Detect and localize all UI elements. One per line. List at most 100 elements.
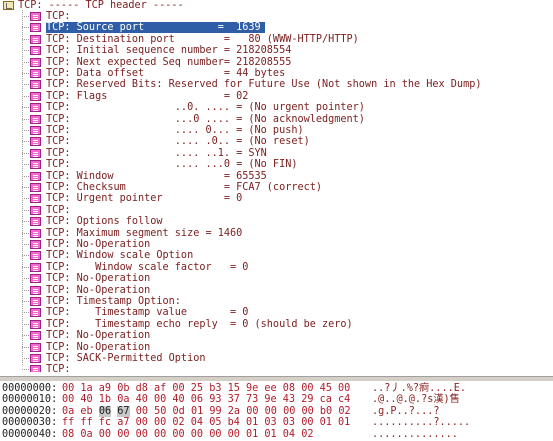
hex-byte[interactable]: 99 xyxy=(209,406,221,417)
hex-byte[interactable]: 02 xyxy=(338,406,350,417)
tree-item[interactable]: TCP: Window = 65535 xyxy=(0,171,553,182)
field-node-icon xyxy=(30,342,41,352)
tree-item[interactable]: TCP: xyxy=(0,364,553,372)
tree-item[interactable]: TCP: No-Operation xyxy=(0,342,553,353)
tree-item[interactable]: TCP: Next expected Seq number= 218208555 xyxy=(0,57,553,68)
hex-row[interactable]: 00000020: 0a eb 06 67 00 50 0d 01 99 2a 0… xyxy=(0,405,553,417)
tree-guide-tick xyxy=(22,16,29,17)
tree-item-label: TCP: Window = 65535 xyxy=(46,170,267,182)
tree-item[interactable]: TCP: No-Operation xyxy=(0,330,553,341)
hex-byte[interactable]: eb xyxy=(80,406,92,417)
tree-item[interactable]: TCP: Reserved Bits: Reserved for Future … xyxy=(0,79,553,90)
field-node-icon xyxy=(30,91,41,101)
hex-ascii: ..?丿.%?痾....E. xyxy=(372,383,466,394)
tree-guide-tick xyxy=(22,141,29,143)
tree-item[interactable]: TCP: .... ...0 = (No FIN) xyxy=(0,159,553,170)
field-node-icon xyxy=(30,297,41,306)
header-node-icon xyxy=(3,1,14,10)
hex-byte[interactable]: 0a xyxy=(62,406,74,417)
hex-offset: 00000030: xyxy=(2,417,58,429)
tree-guide-tick xyxy=(22,61,29,63)
tree-item[interactable]: TCP: Maximum segment size = 1460 xyxy=(0,228,553,239)
hex-bytes[interactable]: 0a eb 06 67 00 50 0d 01 99 2a 00 00 00 0… xyxy=(62,405,351,417)
hex-byte[interactable]: b0 xyxy=(320,406,332,417)
field-node-icon xyxy=(30,240,41,249)
tree-item[interactable]: TCP: ..0. .... = (No urgent pointer) xyxy=(0,102,553,113)
tree-item[interactable]: TCP: Timestamp value = 0 xyxy=(0,307,553,318)
decode-tree[interactable]: TCP: ----- TCP header ----- TCP: TCP: Sou… xyxy=(0,0,553,372)
tree-item[interactable]: TCP: Timestamp echo reply = 0 (should be… xyxy=(0,319,553,330)
tree-item[interactable]: TCP: Flags = 02 xyxy=(0,91,553,102)
hex-byte[interactable]: 01 xyxy=(191,406,203,417)
tree-item-label: TCP: No-Operation xyxy=(46,284,151,296)
tree-item[interactable]: TCP: Checksum = FCA7 (correct) xyxy=(0,182,553,193)
field-node-icon xyxy=(30,12,41,21)
tree-item[interactable]: TCP: Timestamp Option: xyxy=(0,296,553,307)
tree-item[interactable]: TCP: .... ..1. = SYN xyxy=(0,148,553,159)
tree-item-label: TCP: ..0. .... = (No urgent pointer) xyxy=(46,102,365,114)
hex-ascii: .@..@.@.?s漢)售 xyxy=(372,394,460,406)
hex-byte[interactable]: 50 xyxy=(154,406,166,417)
tree-guide-tick xyxy=(22,255,29,257)
hex-byte[interactable]: 0d xyxy=(173,406,185,417)
tree-item-label: TCP: No-Operation xyxy=(46,239,151,250)
hex-byte[interactable]: 00 xyxy=(246,406,258,417)
tree-guide-tick xyxy=(22,312,29,314)
hex-offset: 00000040: xyxy=(2,428,58,440)
tree-root-tcp-header[interactable]: TCP: ----- TCP header ----- xyxy=(0,0,330,11)
tree-guide-tick xyxy=(22,335,29,337)
hex-bytes[interactable]: 00 40 1b 0a 40 00 40 06 93 37 73 9e 43 2… xyxy=(62,394,350,405)
hex-bytes[interactable]: ff ff fc a7 00 00 02 04 05 b4 01 03 03 0… xyxy=(62,417,350,428)
field-node-icon xyxy=(30,183,41,192)
tree-item[interactable]: TCP: Urgent pointer = 0 xyxy=(0,193,553,204)
tree-item[interactable]: TCP: xyxy=(0,11,553,22)
hex-byte[interactable]: 00 xyxy=(136,406,148,417)
tree-item[interactable]: TCP: Window scale Option xyxy=(0,250,553,261)
tree-item[interactable]: TCP: Window scale factor = 0 xyxy=(0,262,553,273)
tree-item[interactable]: TCP: ...0 .... = (No acknowledgment) xyxy=(0,114,553,125)
hex-byte[interactable]: 00 xyxy=(283,406,295,417)
field-node-icon xyxy=(30,262,41,272)
hex-byte-highlighted[interactable]: 67 xyxy=(117,405,130,417)
tree-item-label: TCP: ...0 .... = (No acknowledgment) xyxy=(46,113,365,125)
hex-byte[interactable]: 00 xyxy=(265,406,277,417)
field-node-icon xyxy=(30,57,41,67)
tree-item[interactable]: TCP: No-Operation xyxy=(0,285,553,296)
pane-splitter[interactable] xyxy=(0,376,553,381)
hex-offset: 00000010: xyxy=(2,394,58,406)
tree-item[interactable]: TCP: Initial sequence number = 218208554 xyxy=(0,45,553,56)
hex-bytes[interactable]: 00 1a a9 0b d8 af 00 25 b3 15 9e ee 08 0… xyxy=(62,383,350,394)
tree-item[interactable]: TCP: Options follow xyxy=(0,216,553,227)
tree-item-label: TCP: Destination port = 80 (WWW-HTTP/HTT… xyxy=(46,33,359,45)
field-node-icon xyxy=(30,228,41,238)
field-node-icon xyxy=(30,69,41,78)
hex-row[interactable]: 00000000: 00 1a a9 0b d8 af 00 25 b3 15 9… xyxy=(0,383,553,394)
tree-item[interactable]: TCP: No-Operation xyxy=(0,273,553,284)
hex-byte[interactable]: 2a xyxy=(228,406,240,417)
tree-item-selected[interactable]: TCP: Source port = 1639 xyxy=(0,22,553,34)
hex-dump-pane[interactable]: 00000000: 00 1a a9 0b d8 af 00 25 b3 15 9… xyxy=(0,382,553,441)
field-node-icon xyxy=(30,194,41,204)
field-node-icon xyxy=(30,148,41,158)
tree-item[interactable]: TCP: .... 0... = (No push) xyxy=(0,125,553,136)
tree-item-label: TCP: xyxy=(46,11,71,22)
tree-guide-tick xyxy=(22,301,29,302)
tree-guide-tick xyxy=(22,84,29,86)
tree-item[interactable]: TCP: Destination port = 80 (WWW-HTTP/HTT… xyxy=(0,34,553,45)
tree-guide-tick xyxy=(22,198,29,200)
tree-guide-tick xyxy=(22,221,29,223)
tree-item-label: TCP: No-Operation xyxy=(46,341,151,353)
tree-guide-tick xyxy=(22,164,29,166)
hex-row[interactable]: 00000010: 00 40 1b 0a 40 00 40 06 93 37 7… xyxy=(0,394,553,405)
hex-bytes[interactable]: 08 0a 00 00 00 00 00 00 00 00 01 01 04 0… xyxy=(62,429,313,440)
tree-item[interactable]: TCP: .... .0.. = (No reset) xyxy=(0,136,553,147)
tree-item[interactable]: TCP: Data offset = 44 bytes xyxy=(0,68,553,79)
hex-byte[interactable]: 00 xyxy=(301,406,313,417)
tree-item[interactable]: TCP: No-Operation xyxy=(0,239,553,250)
hex-row[interactable]: 00000040: 08 0a 00 00 00 00 00 00 00 00 0… xyxy=(0,429,553,440)
hex-row[interactable]: 00000030: ff ff fc a7 00 00 02 04 05 b4 0… xyxy=(0,417,553,428)
hex-byte-highlighted[interactable]: 06 xyxy=(98,405,112,417)
tree-item-label: TCP: .... ..1. = SYN xyxy=(46,147,267,159)
tree-item[interactable]: TCP: SACK-Permitted Option xyxy=(0,353,553,364)
tree-item[interactable]: TCP: xyxy=(0,205,553,216)
